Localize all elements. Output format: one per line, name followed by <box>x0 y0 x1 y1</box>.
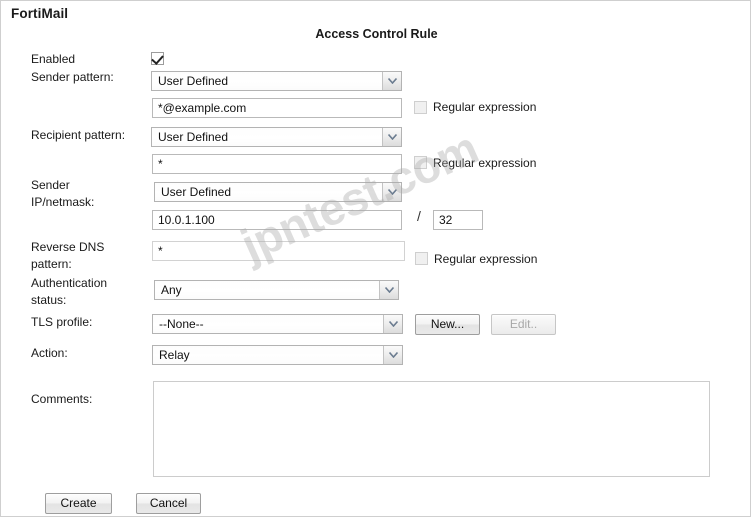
cancel-button[interactable]: Cancel <box>136 493 201 514</box>
chevron-down-icon <box>382 183 401 201</box>
recipient-pattern-regex-checkbox[interactable] <box>414 156 427 169</box>
sender-ip-netmask-select[interactable]: User Defined <box>154 182 402 202</box>
ip-netmask-separator: / <box>417 208 421 224</box>
authentication-status-label: Authentication status: <box>31 276 108 307</box>
action-select[interactable]: Relay <box>152 345 403 365</box>
authentication-status-select[interactable]: Any <box>154 280 399 300</box>
access-control-rule-form: Enabled Sender pattern: User Defined *@e… <box>1 1 750 516</box>
sender-pattern-regex-checkbox[interactable] <box>414 101 427 114</box>
sender-pattern-input[interactable]: *@example.com <box>152 98 402 118</box>
sender-ip-netmask-label: Sender IP/netmask: <box>31 178 95 209</box>
reverse-dns-pattern-input[interactable]: * <box>152 241 405 261</box>
enabled-checkbox[interactable] <box>151 52 164 65</box>
chevron-down-icon <box>382 128 401 146</box>
recipient-pattern-label: Recipient pattern: <box>31 128 126 142</box>
create-button[interactable]: Create <box>45 493 112 514</box>
tls-profile-label: TLS profile: <box>31 315 93 329</box>
chevron-down-icon <box>383 346 402 364</box>
reverse-dns-regex-checkbox[interactable] <box>415 252 428 265</box>
action-select-value: Relay <box>159 348 190 362</box>
sender-ip-input[interactable]: 10.0.1.100 <box>152 210 402 230</box>
chevron-down-icon <box>382 72 401 90</box>
tls-profile-select-value: --None-- <box>159 317 204 331</box>
new-tls-profile-button[interactable]: New... <box>415 314 480 335</box>
enabled-label: Enabled <box>31 52 76 66</box>
recipient-pattern-select[interactable]: User Defined <box>151 127 402 147</box>
sender-ip-netmask-select-value: User Defined <box>161 185 232 199</box>
action-label: Action: <box>31 346 68 360</box>
page-root: FortiMail Access Control Rule Enabled Se… <box>0 0 751 517</box>
authentication-status-select-value: Any <box>161 283 182 297</box>
sender-pattern-select-value: User Defined <box>158 74 229 88</box>
chevron-down-icon <box>383 315 402 333</box>
edit-tls-profile-button[interactable]: Edit.. <box>491 314 556 335</box>
reverse-dns-regex-label: Regular expression <box>434 252 538 266</box>
comments-textarea[interactable] <box>153 381 710 477</box>
recipient-pattern-select-value: User Defined <box>158 130 229 144</box>
netmask-input[interactable]: 32 <box>433 210 483 230</box>
reverse-dns-pattern-label: Reverse DNS pattern: <box>31 240 105 271</box>
sender-pattern-label: Sender pattern: <box>31 70 114 84</box>
recipient-pattern-regex-label: Regular expression <box>433 156 537 170</box>
sender-pattern-regex-label: Regular expression <box>433 100 537 114</box>
comments-label: Comments: <box>31 392 93 406</box>
sender-pattern-select[interactable]: User Defined <box>151 71 402 91</box>
recipient-pattern-input[interactable]: * <box>152 154 402 174</box>
tls-profile-select[interactable]: --None-- <box>152 314 403 334</box>
chevron-down-icon <box>379 281 398 299</box>
